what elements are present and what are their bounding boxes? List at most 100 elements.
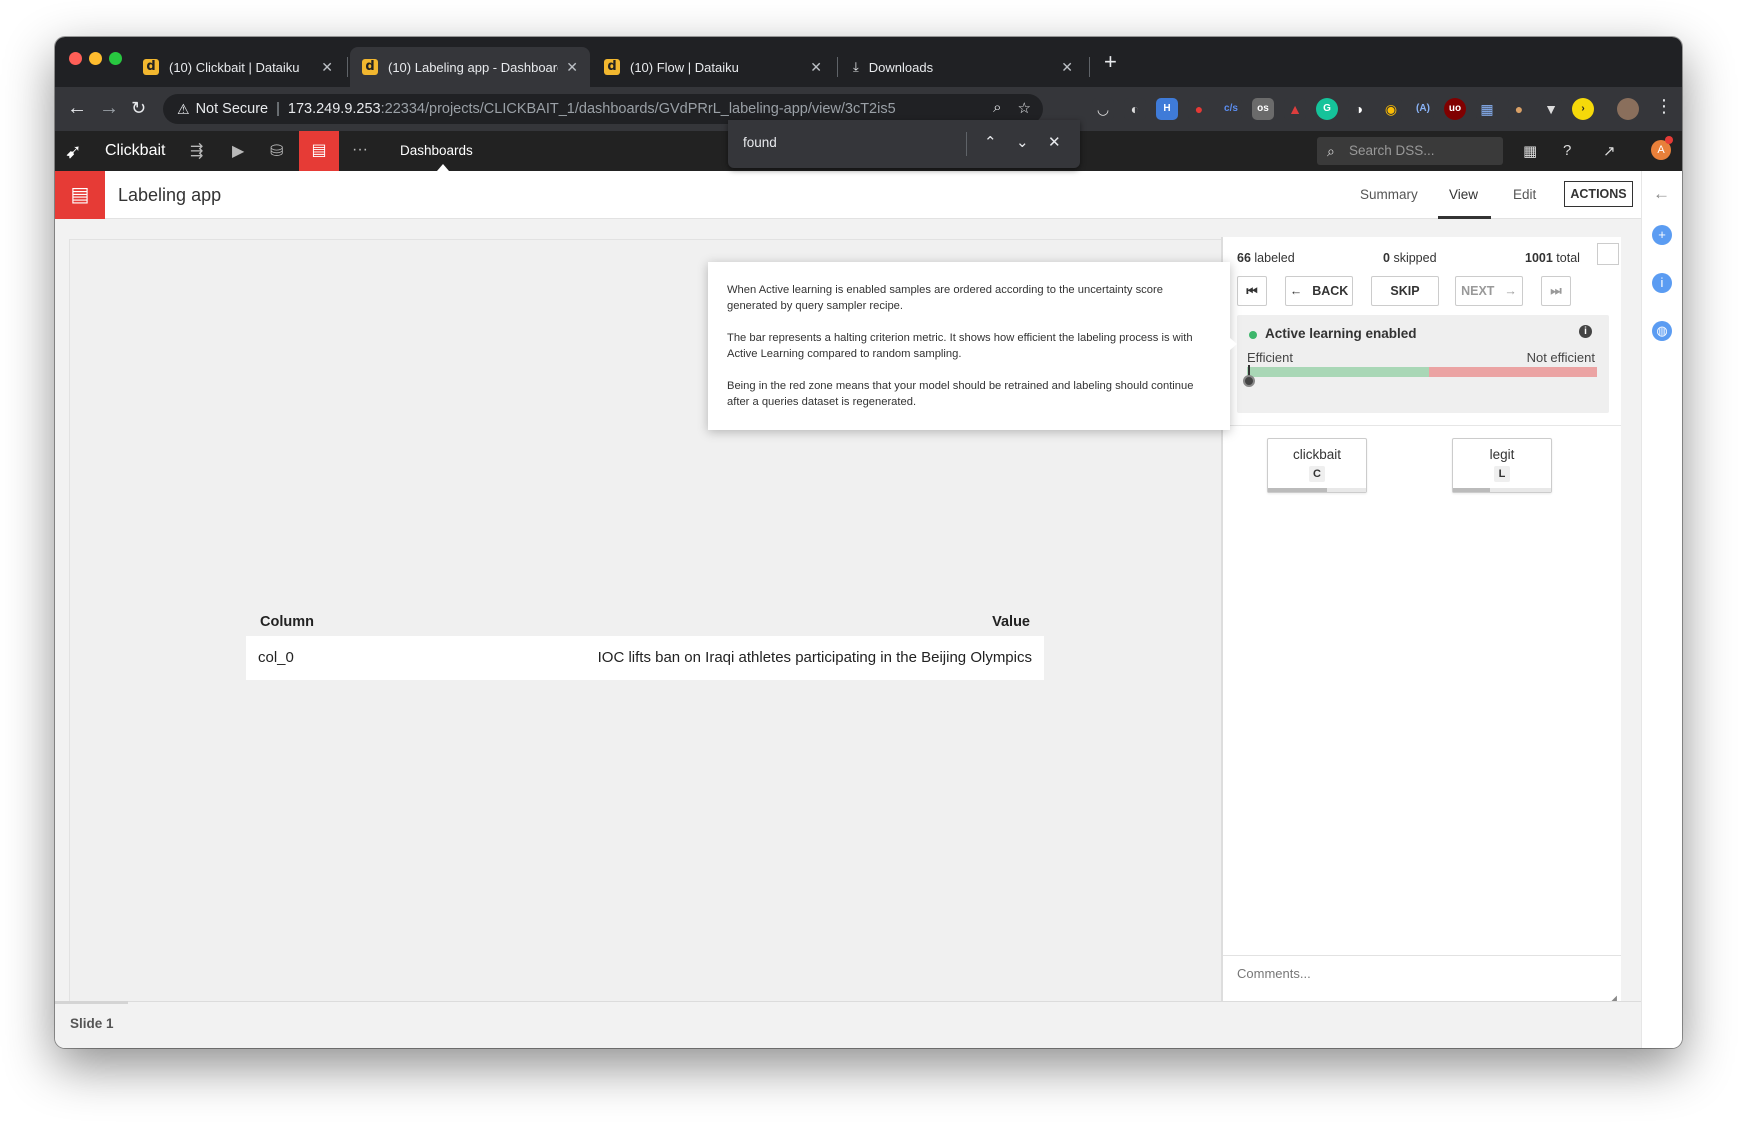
help-icon[interactable]: ?: [1563, 142, 1571, 159]
extension-icon[interactable]: ›: [1572, 98, 1594, 120]
label-name: legit: [1489, 447, 1515, 462]
dashboard-icon: ▤: [55, 171, 105, 219]
close-tab-icon[interactable]: ✕: [566, 59, 578, 76]
last-record-button[interactable]: ⏭: [1541, 276, 1571, 306]
extension-icon[interactable]: ◑: [1348, 98, 1370, 120]
label-progress-fill: [1268, 488, 1327, 492]
browser-tab-downloads[interactable]: ⤓ Downloads ✕: [841, 47, 1085, 87]
expand-panel-button[interactable]: [1597, 243, 1619, 265]
info-icon[interactable]: i: [1652, 273, 1672, 293]
skipped-text: skipped: [1393, 251, 1437, 265]
ublock-icon[interactable]: uo: [1444, 98, 1466, 120]
dataiku-favicon-icon: d: [362, 59, 378, 75]
find-close-icon[interactable]: ✕: [1048, 133, 1061, 151]
extension-icon[interactable]: ●: [1188, 98, 1210, 120]
extension-icon[interactable]: ▦: [1476, 98, 1498, 120]
tab-title: (10) Clickbait | Dataiku: [169, 59, 300, 75]
maximize-window-button[interactable]: [109, 52, 122, 65]
back-arrow-icon: ←: [1289, 284, 1303, 298]
nav-current-section[interactable]: Dashboards: [400, 143, 473, 158]
skip-back-icon: ⏮: [1246, 284, 1258, 298]
more-icon[interactable]: ···: [352, 141, 368, 159]
tab-title: Downloads: [868, 59, 934, 75]
grammarly-icon[interactable]: G: [1316, 98, 1338, 120]
find-separator: [966, 132, 967, 156]
browser-tab-flow[interactable]: d (10) Flow | Dataiku ✕: [592, 47, 834, 87]
extension-icon[interactable]: c/s: [1220, 98, 1242, 120]
total-count: 1001 total: [1525, 251, 1580, 265]
tooltip-paragraph: Being in the red zone means that your mo…: [727, 380, 1194, 408]
close-tab-icon[interactable]: ✕: [321, 59, 333, 76]
new-tab-button[interactable]: +: [1104, 51, 1117, 73]
tab-separator: [1089, 57, 1090, 77]
trend-icon[interactable]: ↗: [1603, 142, 1616, 160]
label-button-clickbait[interactable]: clickbait C: [1267, 438, 1367, 493]
page-search-icon[interactable]: ⌕: [993, 99, 1001, 117]
security-status[interactable]: Not Secure: [196, 101, 269, 117]
tab-title: (10) Flow | Dataiku: [630, 59, 739, 75]
flow-icon[interactable]: ⇶: [190, 141, 203, 161]
dataiku-favicon-icon: d: [604, 59, 620, 75]
tab-edit[interactable]: Edit: [1513, 187, 1536, 202]
inefficient-zone: [1429, 367, 1597, 377]
minimize-window-button[interactable]: [89, 52, 102, 65]
extension-icon[interactable]: os: [1252, 98, 1274, 120]
extension-icon[interactable]: ◐: [1124, 98, 1146, 120]
find-next-icon[interactable]: ⌄: [1016, 133, 1029, 151]
forward-arrow-icon[interactable]: →: [99, 97, 119, 119]
datasets-icon[interactable]: ⛁: [270, 141, 283, 161]
label-button-legit[interactable]: legit L: [1452, 438, 1552, 493]
dashboard-nav-icon[interactable]: ▤: [299, 131, 339, 171]
labeling-panel: 66 labeled 0 skipped 1001 total ⏮ ← BACK …: [1221, 237, 1621, 1009]
table-header: Column Value: [246, 610, 1044, 636]
total-text: total: [1556, 251, 1580, 265]
close-window-button[interactable]: [69, 52, 82, 65]
jobs-play-icon[interactable]: ▶: [232, 141, 244, 161]
notification-dot: [1665, 136, 1673, 144]
dashboard-header: ▤ Labeling app Summary View Edit ACTIONS: [55, 171, 1641, 219]
browser-tab-clickbait[interactable]: d (10) Clickbait | Dataiku ✕: [131, 47, 345, 87]
find-query-input[interactable]: found: [743, 135, 777, 150]
tab-view[interactable]: View: [1449, 187, 1478, 202]
nav-active-caret: [437, 164, 449, 171]
reload-icon[interactable]: ↻: [131, 97, 146, 119]
collapse-arrow-icon[interactable]: ←: [1653, 184, 1670, 204]
extension-icon[interactable]: H: [1156, 98, 1178, 120]
dss-search-input[interactable]: ⌕ Search DSS...: [1317, 137, 1503, 165]
skip-button[interactable]: SKIP: [1371, 276, 1439, 306]
add-icon[interactable]: +: [1652, 225, 1672, 245]
browser-menu-icon[interactable]: ⋮: [1655, 96, 1673, 117]
info-icon[interactable]: i: [1579, 325, 1592, 338]
actions-button[interactable]: ACTIONS: [1564, 181, 1633, 207]
close-tab-icon[interactable]: ✕: [810, 59, 822, 76]
slide-tab[interactable]: Slide 1: [70, 1016, 114, 1031]
bookmark-star-icon[interactable]: ☆: [1018, 99, 1031, 117]
label-shortcut-key: C: [1309, 466, 1325, 482]
discussion-icon[interactable]: ◍: [1652, 321, 1672, 341]
vue-icon[interactable]: ▼: [1540, 98, 1562, 120]
angular-icon[interactable]: ▲: [1284, 98, 1306, 120]
pocket-icon[interactable]: ◡: [1092, 98, 1114, 120]
project-name[interactable]: Clickbait: [105, 142, 165, 160]
extensions-bar: ◡ ◐ H ● c/s os ▲ G ◑ ◉ (A) uo ▦ ● ▼ ›: [1092, 98, 1594, 120]
next-label: NEXT: [1461, 284, 1495, 298]
close-tab-icon[interactable]: ✕: [1061, 59, 1073, 76]
first-record-button[interactable]: ⏮: [1237, 276, 1267, 306]
profile-avatar[interactable]: [1617, 98, 1639, 120]
browser-tab-labeling-app[interactable]: d (10) Labeling app - Dashboard ✕: [350, 47, 590, 87]
back-button[interactable]: ← BACK: [1285, 276, 1353, 306]
extension-icon[interactable]: (A): [1412, 98, 1434, 120]
tab-separator: [837, 57, 838, 77]
find-previous-icon[interactable]: ⌃: [984, 133, 997, 151]
tab-summary[interactable]: Summary: [1360, 187, 1418, 202]
search-placeholder: Search DSS...: [1349, 143, 1435, 158]
apps-grid-icon[interactable]: ▦: [1523, 142, 1537, 160]
cell-value: IOC lifts ban on Iraqi athletes particip…: [597, 649, 1032, 666]
back-arrow-icon[interactable]: ←: [67, 97, 87, 119]
column-header: Column: [260, 614, 314, 630]
next-button[interactable]: NEXT →: [1455, 276, 1523, 306]
dataiku-bird-icon[interactable]: ➹: [65, 139, 82, 164]
cookie-icon[interactable]: ●: [1508, 98, 1530, 120]
extension-icon[interactable]: ◉: [1380, 98, 1402, 120]
halting-criterion-bar: [1247, 367, 1597, 377]
